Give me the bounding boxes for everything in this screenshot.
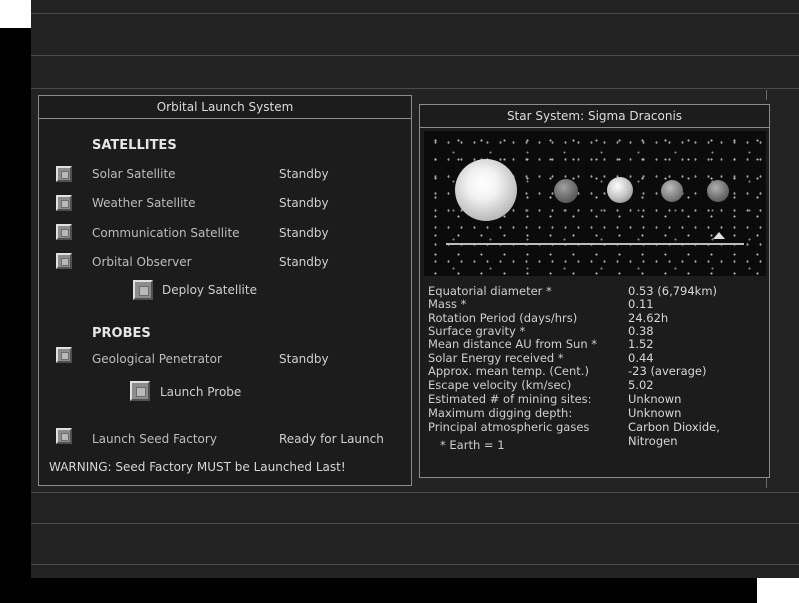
frame-tick xyxy=(766,90,767,100)
info-label-escape: Escape velocity (km/sec) xyxy=(428,378,572,392)
deploy-satellite-label[interactable]: Deploy Satellite xyxy=(162,283,257,297)
divider xyxy=(31,523,799,524)
divider xyxy=(31,564,799,565)
launch-seed-factory-button[interactable] xyxy=(56,428,72,444)
orbital-observer-button[interactable] xyxy=(56,253,72,269)
divider xyxy=(31,88,799,89)
info-value-temp: -23 (average) xyxy=(628,364,707,378)
weather-satellite-label: Weather Satellite xyxy=(92,196,196,210)
info-label-mining: Estimated # of mining sites: xyxy=(428,392,592,406)
info-value-distance: 1.52 xyxy=(628,337,654,351)
info-label-digging: Maximum digging depth: xyxy=(428,406,573,420)
divider xyxy=(31,55,799,56)
game-screen: Orbital Launch System SATELLITES Solar S… xyxy=(31,0,799,578)
info-value-mass: 0.11 xyxy=(628,297,654,311)
info-value-digging: Unknown xyxy=(628,406,682,420)
selected-planet-arrow-icon xyxy=(713,232,725,239)
info-value-gases-2: Nitrogen xyxy=(628,434,678,448)
frame-tick xyxy=(766,478,767,488)
orbital-launch-panel: Orbital Launch System SATELLITES Solar S… xyxy=(38,95,412,486)
geological-penetrator-button[interactable] xyxy=(56,347,72,363)
solar-satellite-status: Standby xyxy=(279,167,329,181)
launch-probe-button[interactable] xyxy=(130,381,150,401)
star-sun xyxy=(455,159,517,221)
earth-footnote: * Earth = 1 xyxy=(440,438,505,452)
probes-header: PROBES xyxy=(92,326,151,341)
planet-3[interactable] xyxy=(661,180,683,202)
launch-probe-label[interactable]: Launch Probe xyxy=(160,385,241,399)
info-label-mass: Mass * xyxy=(428,297,467,311)
planet-2[interactable] xyxy=(607,177,633,203)
weather-satellite-button[interactable] xyxy=(56,195,72,211)
info-label-gases: Principal atmospheric gases xyxy=(428,420,590,434)
communication-satellite-label: Communication Satellite xyxy=(92,226,240,240)
geological-penetrator-label: Geological Penetrator xyxy=(92,352,222,366)
star-system-panel: Star System: Sigma Draconis Equatorial d… xyxy=(419,104,770,478)
info-value-escape: 5.02 xyxy=(628,378,654,392)
deploy-satellite-button[interactable] xyxy=(133,280,153,300)
solar-satellite-label: Solar Satellite xyxy=(92,167,176,181)
divider xyxy=(31,13,799,14)
launch-seed-factory-label: Launch Seed Factory xyxy=(92,432,217,446)
divider xyxy=(31,492,799,493)
orbital-observer-label: Orbital Observer xyxy=(92,255,192,269)
star-system-title: Star System: Sigma Draconis xyxy=(420,105,769,128)
planet-1[interactable] xyxy=(554,179,578,203)
info-label-temp: Approx. mean temp. (Cent.) xyxy=(428,364,589,378)
planet-4[interactable] xyxy=(707,180,729,202)
seed-factory-status: Ready for Launch xyxy=(279,432,384,446)
communication-satellite-status: Standby xyxy=(279,226,329,240)
info-label-distance: Mean distance AU from Sun * xyxy=(428,337,598,351)
satellites-header: SATELLITES xyxy=(92,138,177,153)
info-value-mining: Unknown xyxy=(628,392,682,406)
orbital-observer-status: Standby xyxy=(279,255,329,269)
orbit-axis xyxy=(446,243,744,245)
solar-satellite-button[interactable] xyxy=(56,166,72,182)
communication-satellite-button[interactable] xyxy=(56,224,72,240)
geological-penetrator-status: Standby xyxy=(279,352,329,366)
seed-factory-warning: WARNING: Seed Factory MUST be Launched L… xyxy=(49,460,346,474)
planet-view xyxy=(424,131,766,276)
panel-title: Orbital Launch System xyxy=(39,96,411,119)
weather-satellite-status: Standby xyxy=(279,196,329,210)
info-value-gases: Carbon Dioxide, xyxy=(628,420,720,434)
